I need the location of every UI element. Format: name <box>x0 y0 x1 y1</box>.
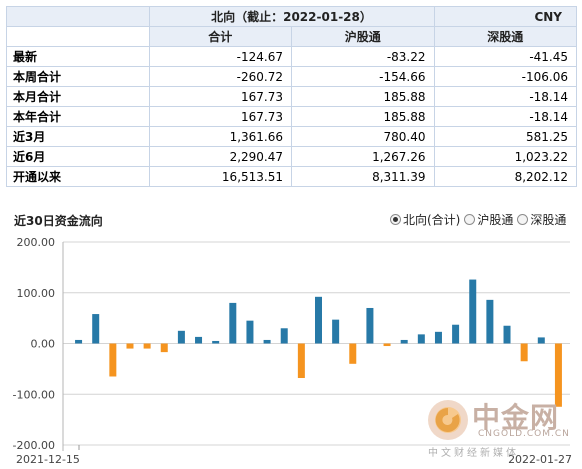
column-header-shanghai-connect: 沪股通 <box>291 26 435 47</box>
row-label: 最新 <box>6 46 150 67</box>
radio-northbound-total[interactable]: 北向(合计) <box>390 211 460 228</box>
y-tick-label: 0.00 <box>31 338 56 351</box>
y-tick-label: -200.00 <box>13 439 55 452</box>
flow-bar[interactable] <box>126 343 134 349</box>
flow-bar[interactable] <box>503 325 511 344</box>
table-cell: -18.14 <box>433 86 577 107</box>
table-cell: 780.40 <box>291 126 435 147</box>
flow-bar[interactable] <box>332 319 340 344</box>
table-cell: -260.72 <box>148 66 292 87</box>
table-title: 北向（截止：2022-01-28） <box>148 6 435 27</box>
table-cell: -18.14 <box>433 106 577 127</box>
table-cell: 16,513.51 <box>148 166 292 187</box>
flow-bar[interactable] <box>212 340 220 344</box>
northbound-flow-table: 北向（截止：2022-01-28） CNY 合计 沪股通 深股通 最新 -124.… <box>6 6 577 187</box>
radio-shanghai-connect[interactable]: 沪股通 <box>464 211 513 228</box>
table-cell: 185.88 <box>291 106 435 127</box>
table-row: 近6月 2,290.47 1,267.26 1,023.22 <box>6 146 577 167</box>
flow-bar[interactable] <box>520 343 528 362</box>
flow-bar[interactable] <box>92 314 100 344</box>
watermark: 中金网 CNGOLD.COM.CN 中文财经新媒体 <box>426 396 576 466</box>
row-label: 本年合计 <box>6 106 150 127</box>
series-radio-group: 北向(合计) 沪股通 深股通 <box>390 211 570 228</box>
table-cell: 2,290.47 <box>148 146 292 167</box>
table-row: 本月合计 167.73 185.88 -18.14 <box>6 86 577 107</box>
table-cell: 1,267.26 <box>291 146 435 167</box>
flow-bar[interactable] <box>297 343 305 379</box>
table-row: 本周合计 -260.72 -154.66 -106.06 <box>6 66 577 87</box>
flow-bar[interactable] <box>246 320 254 344</box>
table-cell: 1,361.66 <box>148 126 292 147</box>
flow-bar[interactable] <box>143 343 151 349</box>
radio-button-icon[interactable] <box>517 214 529 225</box>
flow-bar[interactable] <box>315 296 322 344</box>
table-row: 最新 -124.67 -83.22 -41.45 <box>6 46 577 67</box>
table-title-row: 北向（截止：2022-01-28） CNY <box>6 6 577 27</box>
flow-bar[interactable] <box>195 336 203 344</box>
table-body: 最新 -124.67 -83.22 -41.45 本周合计 -260.72 -154.66-… <box>6 46 577 187</box>
row-label: 近6月 <box>6 146 150 167</box>
flow-bar[interactable] <box>229 302 237 344</box>
radio-label: 沪股通 <box>477 213 514 227</box>
table-cell: 167.73 <box>148 86 292 107</box>
flow-bar[interactable] <box>434 331 442 344</box>
table-row: 本年合计 167.73 185.88 -18.14 <box>6 106 577 127</box>
table-cell: -41.45 <box>433 46 577 67</box>
flow-bar[interactable] <box>109 343 117 377</box>
radio-shenzhen-connect[interactable]: 深股通 <box>517 211 566 228</box>
radio-button-icon[interactable] <box>464 214 476 225</box>
table-cell: -154.66 <box>291 66 435 87</box>
chart-title: 近30日资金流向 <box>14 214 103 228</box>
column-header-total: 合计 <box>148 26 292 47</box>
flow-bar[interactable] <box>417 334 425 344</box>
row-label: 开通以来 <box>6 166 150 187</box>
row-label: 本月合计 <box>6 86 150 107</box>
row-label: 近3月 <box>6 126 150 147</box>
flow-bar[interactable] <box>160 343 168 353</box>
flow-bar[interactable] <box>280 328 288 344</box>
flow-bar[interactable] <box>366 307 374 344</box>
flow-bar[interactable] <box>452 324 460 344</box>
flow-bar[interactable] <box>177 330 185 344</box>
flow-bar[interactable] <box>383 343 391 347</box>
table-cell: 185.88 <box>291 86 435 107</box>
column-header-shenzhen-connect: 深股通 <box>433 26 577 47</box>
table-cell: -83.22 <box>291 46 435 67</box>
watermark-domain: CNGOLD.COM.CN <box>478 429 570 439</box>
radio-label: 深股通 <box>530 213 567 227</box>
table-cell: -106.06 <box>433 66 577 87</box>
currency-label: CNY <box>433 6 577 27</box>
radio-label: 北向(合计) <box>403 213 461 227</box>
flow-bar[interactable] <box>263 339 271 344</box>
table-header-row: 合计 沪股通 深股通 <box>6 26 577 47</box>
flow-bar[interactable] <box>349 343 357 364</box>
x-start-label: 2021-12-15 <box>16 453 80 466</box>
gold-logo-icon <box>428 400 468 440</box>
y-tick-label: -100.00 <box>13 388 55 401</box>
flow-bar[interactable] <box>400 339 408 344</box>
radio-button-icon[interactable] <box>390 214 401 225</box>
y-tick-label: 100.00 <box>17 287 56 300</box>
table-cell: 8,311.39 <box>291 166 435 187</box>
table-cell: 581.25 <box>433 126 577 147</box>
table-row: 近3月 1,361.66 780.40 581.25 <box>6 126 577 147</box>
flow-bar[interactable] <box>537 337 545 344</box>
table-cell: 167.73 <box>148 106 292 127</box>
table-cell: 1,023.22 <box>433 146 577 167</box>
flow-bar[interactable] <box>75 339 83 344</box>
watermark-slogan: 中文财经新媒体 <box>428 448 519 459</box>
row-label: 本周合计 <box>6 66 150 87</box>
table-cell: 8,202.12 <box>433 166 577 187</box>
table-row: 开通以来 16,513.51 8,311.39 8,202.12 <box>6 166 577 187</box>
y-tick-label: 200.00 <box>17 236 56 249</box>
table-cell: -124.67 <box>148 46 292 67</box>
flow-bar[interactable] <box>486 299 494 344</box>
flow-bar[interactable] <box>469 279 477 344</box>
